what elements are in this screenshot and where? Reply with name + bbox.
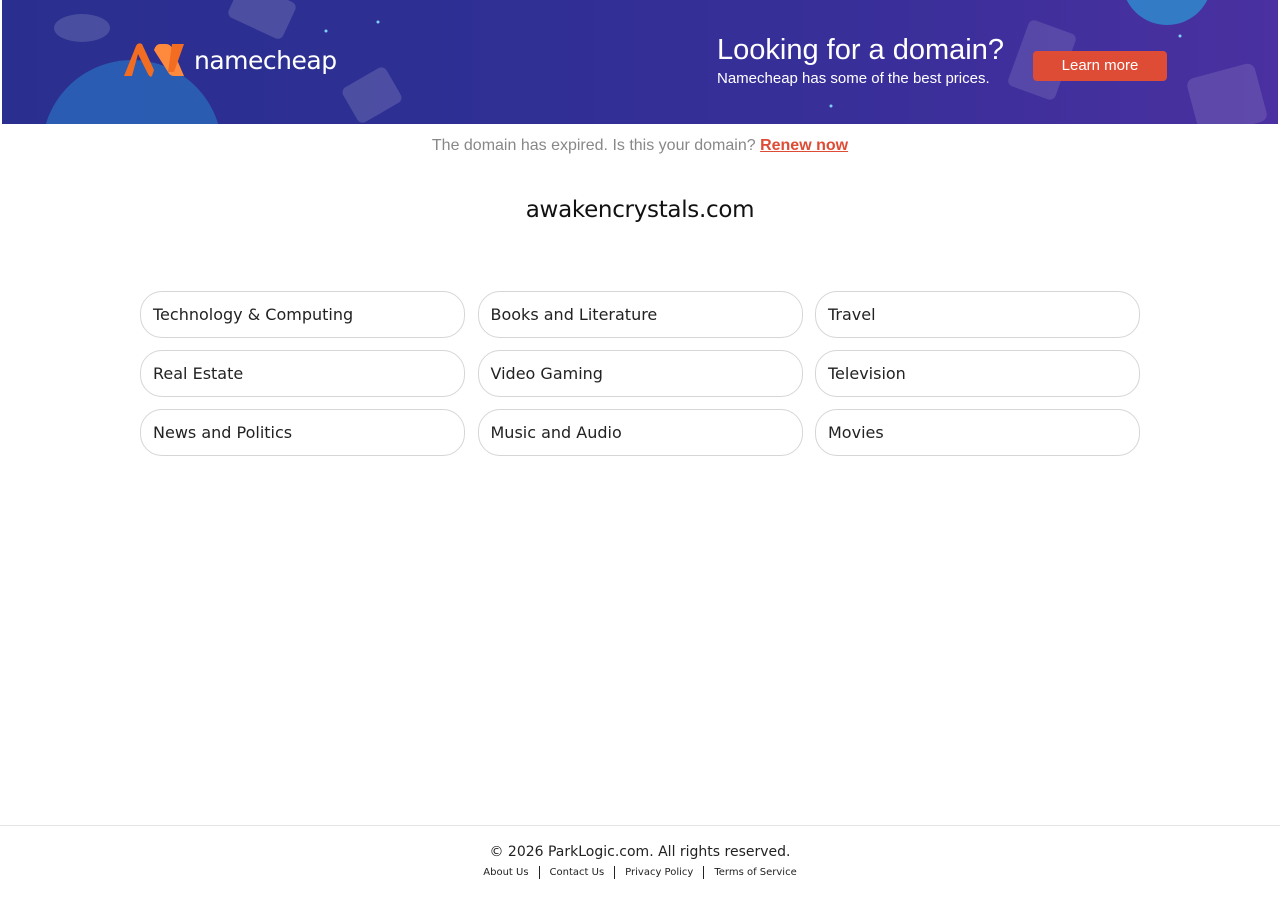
footer-links: About Us Contact Us Privacy Policy Terms… [0, 866, 1280, 879]
page-footer: © 2026 ParkLogic.com. All rights reserve… [0, 825, 1280, 900]
promo-headline: Looking for a domain? [717, 34, 1004, 66]
promo-banner: namecheap Looking for a domain? Namechea… [2, 0, 1278, 124]
brand-name: namecheap [194, 45, 337, 75]
category-link-music[interactable]: Music and Audio [477, 409, 803, 456]
category-link-books[interactable]: Books and Literature [477, 291, 803, 338]
terms-of-service-link[interactable]: Terms of Service [714, 867, 796, 878]
expired-notice: The domain has expired. Is this your dom… [0, 137, 1280, 155]
renew-now-link[interactable]: Renew now [760, 137, 848, 154]
domain-name-heading: awakencrystals.com [525, 197, 755, 223]
category-link-news[interactable]: News and Politics [140, 409, 465, 456]
category-link-television[interactable]: Television [815, 350, 1140, 397]
expired-notice-text: The domain has expired. Is this your dom… [431, 137, 756, 154]
category-grid: Technology & Computing Books and Literat… [140, 291, 1140, 456]
category-link-real-estate[interactable]: Real Estate [140, 350, 465, 397]
footer-divider [703, 866, 705, 879]
copyright-text: © 2026 ParkLogic.com. All rights reserve… [489, 844, 791, 860]
footer-divider [614, 866, 616, 879]
namecheap-n-icon [124, 43, 184, 77]
namecheap-logo[interactable]: namecheap [122, 42, 337, 78]
promo-subheadline: Namecheap has some of the best prices. [717, 70, 990, 87]
category-link-technology[interactable]: Technology & Computing [140, 291, 465, 338]
category-link-travel[interactable]: Travel [815, 291, 1140, 338]
category-link-movies[interactable]: Movies [815, 409, 1140, 456]
contact-us-link[interactable]: Contact Us [550, 867, 605, 878]
promo-text: Looking for a domain? Namecheap has some… [717, 33, 1004, 87]
category-link-video-gaming[interactable]: Video Gaming [477, 350, 803, 397]
footer-divider [538, 866, 540, 879]
learn-more-button[interactable]: Learn more [1033, 51, 1167, 81]
privacy-policy-link[interactable]: Privacy Policy [625, 867, 693, 878]
about-us-link[interactable]: About Us [483, 867, 528, 878]
